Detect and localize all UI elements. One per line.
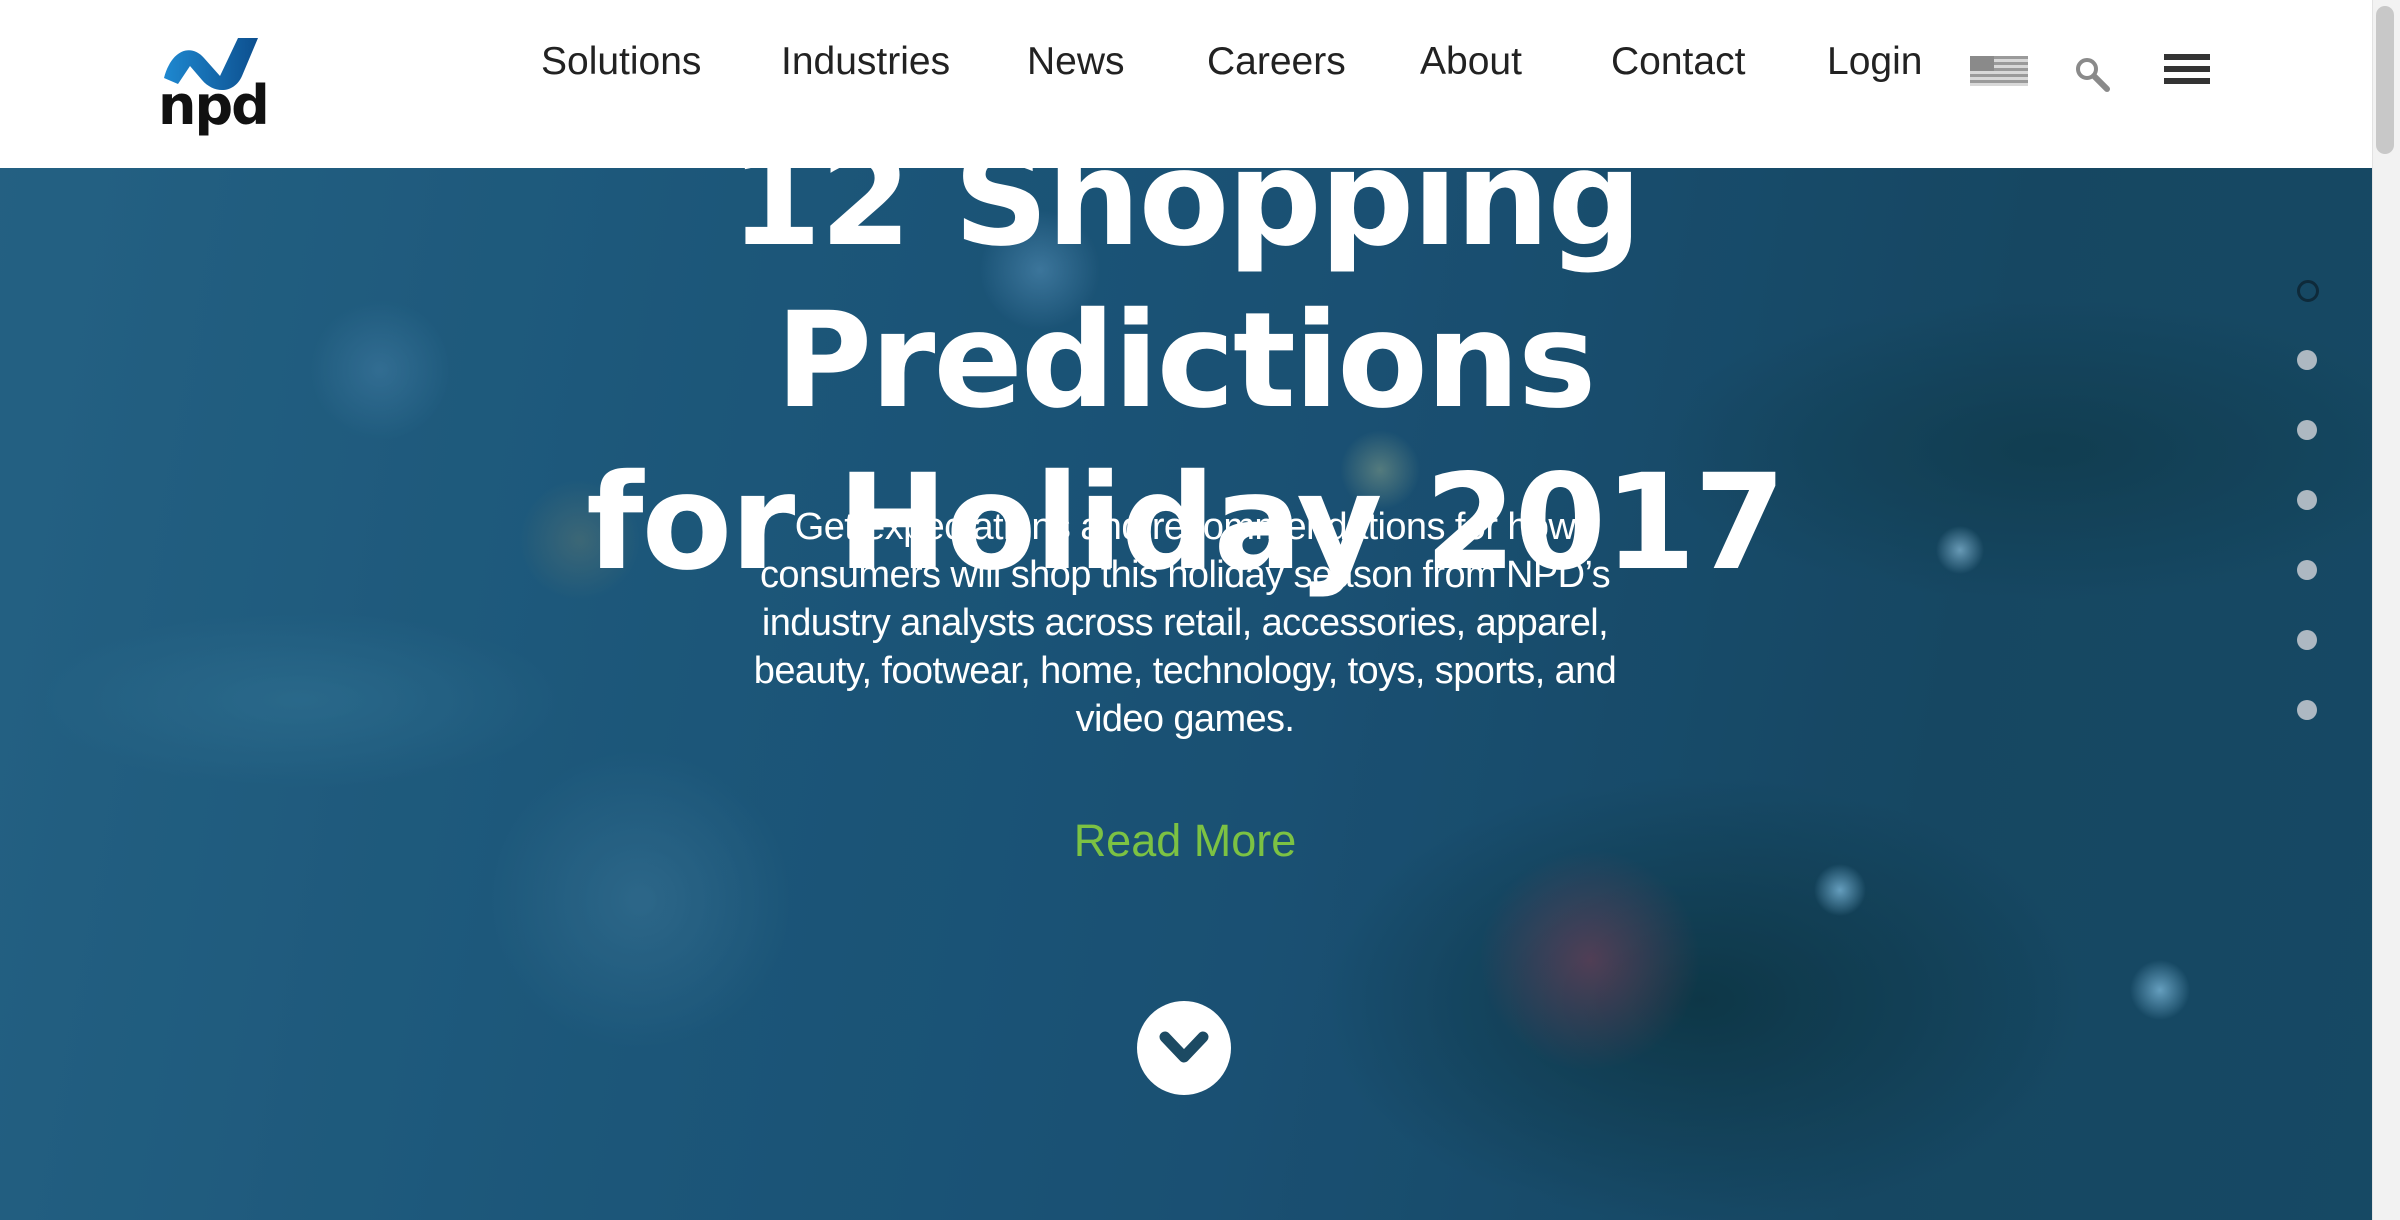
- nav-solutions[interactable]: Solutions: [541, 40, 701, 84]
- nav-news[interactable]: News: [1027, 40, 1125, 84]
- slide-dot-1[interactable]: [2297, 280, 2319, 302]
- slide-dot-7[interactable]: [2297, 700, 2317, 720]
- nav-industries[interactable]: Industries: [781, 40, 950, 84]
- hero-description: Get expectations and recommendations for…: [753, 506, 1617, 740]
- slide-dot-3[interactable]: [2297, 420, 2317, 440]
- slide-dot-2[interactable]: [2297, 350, 2317, 370]
- npd-logo-text[interactable]: npd: [158, 74, 270, 137]
- hamburger-menu-icon[interactable]: [2164, 54, 2210, 90]
- nav-about[interactable]: About: [1420, 40, 1522, 84]
- scrollbar-track[interactable]: [2372, 0, 2400, 1220]
- nav-login[interactable]: Login: [1827, 40, 1922, 84]
- us-flag-icon[interactable]: [1970, 56, 2028, 86]
- slide-dot-5[interactable]: [2297, 560, 2317, 580]
- slide-dot-4[interactable]: [2297, 490, 2317, 510]
- site-header: npd Solutions Industries News Careers Ab…: [0, 0, 2372, 168]
- search-icon[interactable]: [2074, 56, 2110, 92]
- scroll-down-button[interactable]: [1137, 1001, 1231, 1095]
- scrollbar-thumb[interactable]: [2376, 6, 2394, 154]
- nav-contact[interactable]: Contact: [1611, 40, 1745, 84]
- nav-careers[interactable]: Careers: [1207, 40, 1346, 84]
- read-more-link[interactable]: Read More: [1000, 815, 1370, 867]
- chevron-down-icon: [1159, 1031, 1209, 1063]
- slide-dot-6[interactable]: [2297, 630, 2317, 650]
